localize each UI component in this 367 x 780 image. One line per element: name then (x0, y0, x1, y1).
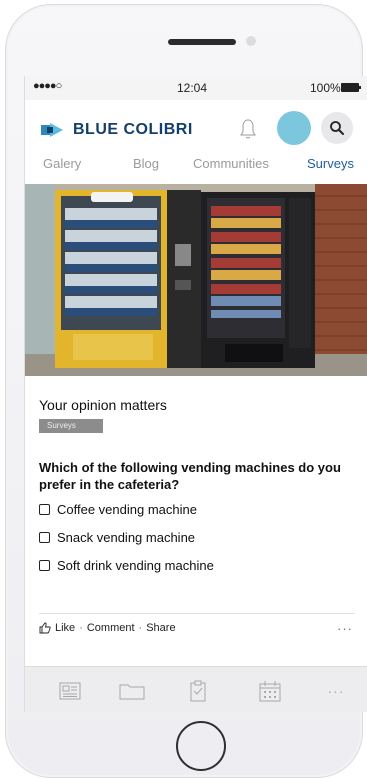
app-screen: ●●●●○ 12:04 100% BLUE COLIBRI Galery Blo… (24, 76, 367, 712)
signal-indicator: ●●●●○ (33, 80, 62, 92)
more-icon[interactable]: ··· (323, 679, 349, 703)
avatar[interactable] (277, 111, 311, 145)
option-label: Snack vending machine (57, 529, 196, 545)
comment-link[interactable]: Comment (87, 622, 135, 634)
colibri-logo-icon (41, 123, 67, 137)
post-title: Your opinion matters (39, 397, 167, 413)
separator: · (79, 622, 83, 634)
status-bar: ●●●●○ 12:04 100% (25, 76, 367, 100)
calendar-icon[interactable] (257, 679, 283, 703)
tab-galery[interactable]: Galery (43, 156, 81, 171)
brand-logo[interactable]: BLUE COLIBRI (41, 120, 193, 140)
like-link[interactable]: Like (55, 622, 75, 634)
option-soft-drink[interactable]: Soft drink vending machine (39, 557, 214, 573)
bell-icon[interactable] (239, 118, 257, 140)
search-icon (330, 121, 344, 135)
post-actions: Like · Comment · Share (39, 622, 176, 634)
battery-percent: 100% (310, 81, 341, 95)
clipboard-icon[interactable] (185, 679, 211, 703)
home-button[interactable] (176, 721, 226, 771)
checkbox[interactable] (39, 531, 50, 543)
option-label: Coffee vending machine (57, 501, 197, 517)
nav-tabs: Galery Blog Communities Surveys (25, 154, 367, 178)
app-header: BLUE COLIBRI Galery Blog Communities Sur… (25, 100, 367, 184)
survey-question: Which of the following vending machines … (39, 460, 341, 492)
search-button[interactable] (321, 112, 353, 144)
news-icon[interactable] (57, 679, 83, 703)
bottom-nav: ··· (25, 666, 367, 712)
thumbs-up-icon[interactable] (39, 622, 51, 634)
vending-machines-photo (25, 184, 367, 376)
brand-name: BLUE COLIBRI (73, 121, 193, 138)
divider (39, 613, 355, 614)
option-coffee[interactable]: Coffee vending machine (39, 501, 197, 517)
more-options-button[interactable]: ··· (337, 621, 353, 636)
front-camera (246, 36, 256, 46)
tab-surveys[interactable]: Surveys (307, 156, 354, 171)
status-time: 12:04 (177, 81, 208, 95)
battery-icon (341, 83, 361, 92)
tab-communities[interactable]: Communities (193, 156, 269, 171)
checkbox[interactable] (39, 559, 50, 571)
option-snack[interactable]: Snack vending machine (39, 529, 195, 545)
checkbox[interactable] (39, 503, 50, 515)
share-link[interactable]: Share (146, 622, 175, 634)
tab-blog[interactable]: Blog (133, 156, 159, 171)
speaker-grille (168, 39, 236, 45)
separator: · (138, 622, 143, 634)
folder-icon[interactable] (119, 679, 145, 703)
category-tag[interactable]: Surveys (39, 419, 103, 433)
option-label: Soft drink vending machine (57, 557, 214, 573)
